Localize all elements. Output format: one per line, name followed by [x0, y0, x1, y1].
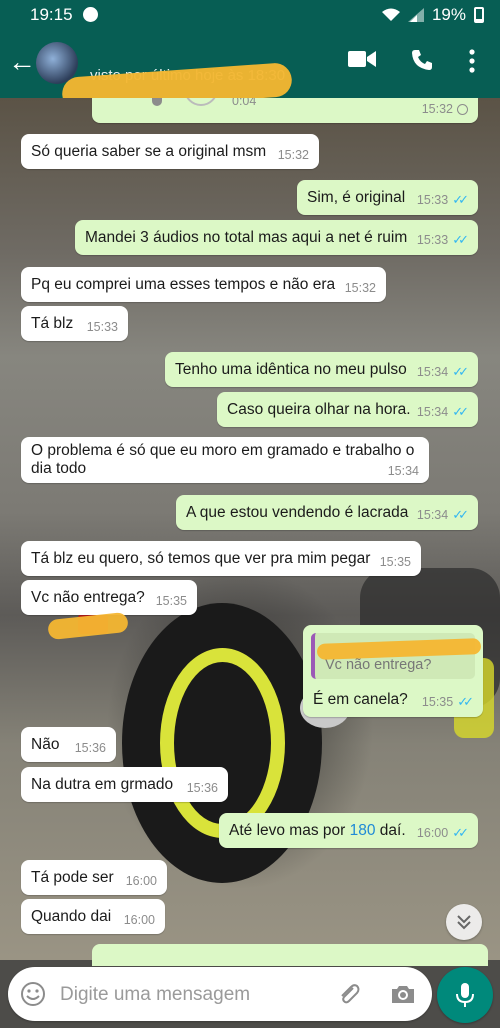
message-bubble[interactable]: Tenho uma idêntica no meu pulso 15:34 ✓✓	[165, 352, 478, 387]
wifi-icon	[381, 8, 400, 21]
message-bubble[interactable]: Caso queira olhar na hora. 15:34 ✓✓	[217, 392, 478, 427]
message-time: 15:35	[421, 695, 454, 709]
more-vert-icon[interactable]	[466, 48, 478, 74]
video-call-icon[interactable]	[348, 48, 376, 70]
mic-icon	[456, 983, 474, 1007]
audio-duration: 0:04	[232, 98, 257, 108]
message-time: 16:00	[123, 913, 155, 927]
mic-icon	[152, 98, 162, 106]
message-time: 15:32	[421, 102, 453, 116]
message-text-line1: O problema é só que eu moro em gramado e…	[31, 442, 415, 459]
message-time: 15:35	[155, 594, 187, 608]
message-bubble[interactable]: Só queria saber se a original msm 15:32	[21, 134, 319, 169]
message-bubble[interactable]: A que estou vendendo é lacrada 15:34 ✓✓	[176, 495, 478, 530]
message-time: 16:00	[416, 826, 449, 840]
message-text-line2: dia todo	[31, 460, 87, 477]
message-text: Sim, é original	[307, 189, 406, 206]
double-chevron-down-icon	[457, 915, 471, 930]
voice-record-button[interactable]	[437, 967, 493, 1023]
message-bubble[interactable]: Sim, é original 15:33 ✓✓	[297, 180, 478, 215]
read-ticks-icon: ✓✓	[452, 364, 469, 379]
status-time: 19:15	[30, 5, 73, 24]
message-time: 15:34	[387, 464, 419, 478]
emoji-icon[interactable]	[20, 981, 46, 1007]
chat-area[interactable]: 0:04 15:32 Só queria saber se a original…	[0, 98, 500, 960]
message-text: Tá blz eu quero, só temos que ver pra mi…	[31, 550, 371, 567]
message-text: Pq eu comprei uma esses tempos e não era	[31, 276, 336, 293]
background-photo-rim	[160, 648, 285, 838]
reply-message-bubble[interactable]: Vc não entrega? É em canela? 15:35 ✓✓	[303, 625, 483, 717]
camera-icon[interactable]	[390, 981, 416, 1007]
battery-icon	[474, 7, 484, 23]
clock-icon	[457, 103, 468, 115]
read-ticks-icon: ✓✓	[452, 404, 469, 419]
message-time: 15:35	[379, 555, 411, 569]
phone-icon[interactable]	[410, 48, 434, 72]
message-bubble[interactable]: Até levo mas por 180 daí. 16:00 ✓✓	[219, 813, 478, 848]
message-time: 15:36	[186, 781, 218, 795]
message-time: 15:36	[74, 741, 106, 755]
message-bubble[interactable]: Tá blz eu quero, só temos que ver pra mi…	[21, 541, 421, 576]
message-bubble[interactable]: Na dutra em grmado 15:36	[21, 767, 228, 802]
message-text: Mandei 3 áudios no total mas aqui a net …	[85, 229, 408, 246]
message-time: 15:34	[416, 405, 449, 419]
message-bubble[interactable]: Mandei 3 áudios no total mas aqui a net …	[75, 220, 478, 255]
message-text: Quando dai	[31, 908, 112, 925]
read-ticks-icon: ✓✓	[452, 192, 469, 207]
attach-icon[interactable]	[336, 981, 362, 1007]
message-text: Até levo mas por 180 daí.	[229, 822, 406, 840]
read-ticks-icon: ✓✓	[452, 825, 469, 840]
quoted-text: Vc não entrega?	[325, 657, 432, 673]
message-bubble[interactable]: O problema é só que eu moro em gramado e…	[21, 437, 429, 483]
status-bar: 19:15 19%	[0, 0, 500, 30]
message-bubble[interactable]: Vc não entrega? 15:35	[21, 580, 197, 615]
message-text-part: daí.	[375, 822, 406, 839]
message-time: 16:00	[125, 874, 157, 888]
message-composer[interactable]	[8, 967, 432, 1021]
message-text: Tá pode ser	[31, 869, 114, 886]
spotify-icon	[83, 7, 98, 22]
message-time: 15:33	[86, 320, 118, 334]
message-text: Vc não entrega?	[31, 589, 145, 606]
message-bubble[interactable]: Tá pode ser 16:00	[21, 860, 167, 895]
message-text: Na dutra em grmado	[31, 776, 174, 793]
message-time: 15:34	[416, 508, 449, 522]
battery-percent: 19%	[431, 5, 466, 24]
message-text: Só queria saber se a original msm	[31, 143, 267, 160]
scroll-to-bottom-button[interactable]	[446, 904, 482, 940]
message-input[interactable]	[58, 977, 322, 1013]
message-text: A que estou vendendo é lacrada	[186, 504, 409, 521]
message-time: 15:33	[416, 233, 449, 247]
partial-message-bubble	[92, 944, 488, 966]
message-text: Tá blz	[31, 315, 74, 332]
message-bubble[interactable]: Não 15:36	[21, 727, 116, 762]
message-bubble[interactable]: Pq eu comprei uma esses tempos e não era…	[21, 267, 386, 302]
chat-header: ← visto por último hoje às 18:30	[0, 30, 500, 112]
message-time: 15:34	[416, 365, 449, 379]
read-ticks-icon: ✓✓	[457, 694, 474, 709]
message-time: 15:33	[416, 193, 449, 207]
back-arrow-icon[interactable]: ←	[8, 48, 36, 76]
signal-icon	[407, 8, 424, 22]
message-text: Tenho uma idêntica no meu pulso	[175, 361, 407, 378]
message-bubble[interactable]: Quando dai 16:00	[21, 899, 165, 934]
read-ticks-icon: ✓✓	[452, 507, 469, 522]
audio-message[interactable]: 0:04 15:32	[92, 98, 478, 123]
message-time: 15:32	[344, 281, 376, 295]
message-text: É em canela?	[313, 691, 408, 708]
message-text: Não	[31, 736, 60, 753]
message-text: Caso queira olhar na hora.	[227, 401, 411, 418]
message-text-part: Até levo mas por	[229, 822, 350, 839]
audio-play-button[interactable]	[184, 98, 218, 106]
read-ticks-icon: ✓✓	[452, 232, 469, 247]
number-link[interactable]: 180	[350, 822, 376, 839]
redaction-scribble	[47, 611, 129, 641]
message-bubble[interactable]: Tá blz 15:33	[21, 306, 128, 341]
message-time: 15:32	[277, 148, 309, 162]
